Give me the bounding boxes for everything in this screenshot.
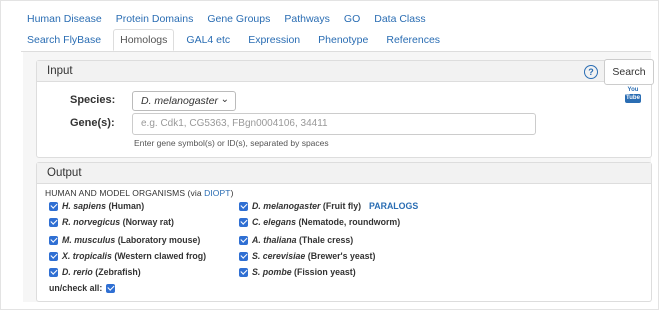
organism-species: S. cerevisiae xyxy=(252,251,306,261)
checkbox-checked-icon[interactable] xyxy=(49,267,58,277)
organism-common: (Western clawed frog) xyxy=(114,251,207,261)
input-panel: Input Species: D. melanogaster ⌄ Gene(s)… xyxy=(36,60,652,158)
search-button[interactable]: Search xyxy=(604,59,654,85)
organism-common: (Thale cress) xyxy=(298,235,354,245)
checkbox-checked-icon[interactable] xyxy=(49,235,58,245)
organism-common: (Human) xyxy=(108,201,145,211)
organism-species: H. sapiens xyxy=(62,201,107,211)
organism-checkbox-c-elegans[interactable]: C. elegans (Nematode, roundworm) xyxy=(239,217,400,227)
tab-references[interactable]: References xyxy=(380,30,446,50)
organism-common: (Fruit fly) xyxy=(322,201,362,211)
diopt-link[interactable]: DIOPT xyxy=(204,188,230,198)
checkbox-checked-icon[interactable] xyxy=(239,251,248,261)
organism-checkbox-d-rerio[interactable]: D. rerio (Zebrafish) xyxy=(49,267,141,277)
organisms-title: HUMAN AND MODEL ORGANISMS (via xyxy=(45,188,205,198)
organism-species: C. elegans xyxy=(252,217,297,227)
organism-common: (Fission yeast) xyxy=(294,267,356,277)
organism-checkbox-d-melanogaster[interactable]: D. melanogaster (Fruit fly) PARALOGS xyxy=(239,201,418,211)
youtube-box-text: Tube xyxy=(625,94,641,103)
organism-species: X. tropicalis xyxy=(62,251,112,261)
youtube-top-text: You xyxy=(627,87,639,93)
gene-input-hint: Enter gene symbol(s) or ID(s), separated… xyxy=(134,138,329,148)
checkbox-checked-icon[interactable] xyxy=(49,251,58,261)
species-select[interactable]: D. melanogaster ⌄ xyxy=(132,91,236,111)
organism-species: D. rerio xyxy=(62,267,93,277)
paralogs-link[interactable]: PARALOGS xyxy=(369,201,418,211)
species-label: Species: xyxy=(70,94,116,106)
sub-tab-row: Search FlyBase Homologs GAL4 etc Express… xyxy=(21,29,452,51)
organism-common: (Norway rat) xyxy=(122,217,174,227)
output-panel: Output HUMAN AND MODEL ORGANISMS (via DI… xyxy=(36,162,652,302)
tab-go[interactable]: GO xyxy=(344,13,360,25)
checkbox-checked-icon[interactable] xyxy=(239,201,248,211)
checkbox-checked-icon[interactable] xyxy=(239,267,248,277)
organism-species: M. musculus xyxy=(62,235,116,245)
organism-species: S. pombe xyxy=(252,267,292,277)
organisms-title-tail: ) xyxy=(230,188,234,198)
tab-expression[interactable]: Expression xyxy=(242,30,306,50)
question-circle-icon[interactable]: ? xyxy=(584,65,598,79)
tab-protein-domains[interactable]: Protein Domains xyxy=(116,13,194,25)
uncheck-all-toggle[interactable]: un/check all: xyxy=(49,283,116,293)
chevron-down-icon: ⌄ xyxy=(220,94,229,105)
organism-species: R. norvegicus xyxy=(62,217,121,227)
organism-checkbox-h-sapiens[interactable]: H. sapiens (Human) xyxy=(49,201,144,211)
checkbox-checked-icon[interactable] xyxy=(49,201,58,211)
organism-checkbox-a-thaliana[interactable]: A. thaliana (Thale cress) xyxy=(239,235,353,245)
organism-common: (Nematode, roundworm) xyxy=(298,217,401,227)
tab-gene-groups[interactable]: Gene Groups xyxy=(207,13,270,25)
checkbox-checked-icon[interactable] xyxy=(239,235,248,245)
genes-label: Gene(s): xyxy=(70,117,115,129)
tab-phenotype[interactable]: Phenotype xyxy=(312,30,374,50)
tab-data-class[interactable]: Data Class xyxy=(374,13,425,25)
organism-common: (Brewer's yeast) xyxy=(307,251,376,261)
input-heading: Input xyxy=(37,61,651,82)
organism-checkbox-m-musculus[interactable]: M. musculus (Laboratory mouse) xyxy=(49,235,200,245)
top-tab-row: Human Disease Protein Domains Gene Group… xyxy=(27,7,440,31)
checkbox-checked-icon[interactable] xyxy=(239,217,248,227)
tab-human-disease[interactable]: Human Disease xyxy=(27,13,102,25)
app-frame: Human Disease Protein Domains Gene Group… xyxy=(0,0,659,310)
organism-species: D. melanogaster xyxy=(252,201,321,211)
checkbox-checked-icon[interactable] xyxy=(49,217,58,227)
organism-species: A. thaliana xyxy=(252,235,297,245)
species-value: D. melanogaster xyxy=(141,95,219,107)
output-heading: Output xyxy=(37,163,651,184)
organism-common: (Laboratory mouse) xyxy=(117,235,201,245)
organism-checkbox-s-cerevisiae[interactable]: S. cerevisiae (Brewer's yeast) xyxy=(239,251,375,261)
organism-checkbox-s-pombe[interactable]: S. pombe (Fission yeast) xyxy=(239,267,356,277)
organism-common: (Zebrafish) xyxy=(95,267,141,277)
tab-gal4-etc[interactable]: GAL4 etc xyxy=(180,30,236,50)
checkbox-checked-icon[interactable] xyxy=(106,283,116,293)
tab-homologs[interactable]: Homologs xyxy=(113,29,175,51)
youtube-icon[interactable]: You Tube xyxy=(625,87,641,103)
organisms-heading: HUMAN AND MODEL ORGANISMS (via DIOPT) xyxy=(45,188,234,198)
tab-pathways[interactable]: Pathways xyxy=(284,13,330,25)
uncheck-all-label: un/check all: xyxy=(49,283,103,293)
organism-checkbox-r-norvegicus[interactable]: R. norvegicus (Norway rat) xyxy=(49,217,174,227)
gene-input[interactable]: e.g. Cdk1, CG5363, FBgn0004106, 34411 xyxy=(132,113,536,135)
organism-checkbox-x-tropicalis[interactable]: X. tropicalis (Western clawed frog) xyxy=(49,251,206,261)
tab-search-flybase[interactable]: Search FlyBase xyxy=(21,30,107,50)
